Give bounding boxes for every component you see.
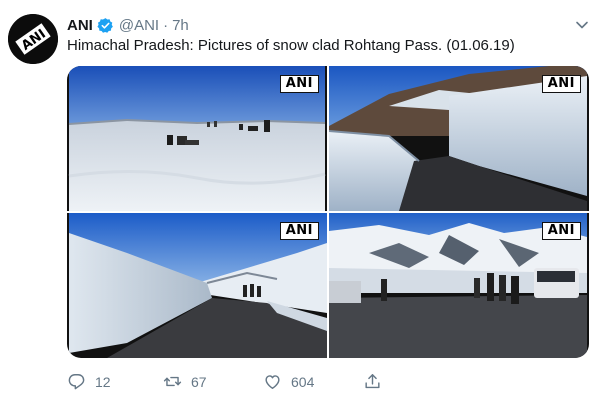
author-handle[interactable]: @ANI bbox=[119, 17, 159, 34]
ani-logo-icon: ANI bbox=[8, 14, 58, 64]
separator-dot: · bbox=[163, 16, 169, 34]
retweet-button[interactable]: 67 bbox=[163, 372, 207, 391]
share-button[interactable] bbox=[363, 372, 391, 391]
tweet-header: ANI @ANI · 7h bbox=[67, 15, 189, 35]
reply-button[interactable]: 12 bbox=[67, 372, 111, 391]
tweet-timestamp[interactable]: 7h bbox=[172, 17, 189, 34]
verified-badge-icon bbox=[97, 17, 113, 33]
photo-mountain-road[interactable]: ANI bbox=[329, 213, 589, 358]
retweet-count: 67 bbox=[191, 373, 207, 390]
share-icon bbox=[365, 374, 380, 389]
chevron-down-icon[interactable] bbox=[575, 18, 589, 32]
ani-watermark: ANI bbox=[279, 75, 319, 93]
ani-watermark: ANI bbox=[541, 222, 581, 240]
reply-icon bbox=[68, 374, 85, 390]
media-grid: ANI ANI ANI ANI bbox=[67, 66, 589, 358]
tweet-actions: 12 67 604 bbox=[67, 372, 587, 396]
avatar[interactable]: ANI bbox=[8, 14, 58, 64]
tweet[interactable]: ANI ANI @ANI · 7h Himachal Pradesh: Pict… bbox=[0, 0, 600, 409]
like-count: 604 bbox=[291, 373, 315, 390]
retweet-icon bbox=[163, 376, 182, 387]
like-icon bbox=[265, 375, 280, 389]
ani-watermark: ANI bbox=[541, 75, 581, 93]
reply-count: 12 bbox=[95, 373, 111, 390]
photo-snow-road[interactable]: ANI bbox=[67, 213, 327, 358]
like-button[interactable]: 604 bbox=[263, 372, 314, 391]
photo-snow-field[interactable]: ANI bbox=[67, 66, 327, 211]
tweet-text: Himachal Pradesh: Pictures of snow clad … bbox=[67, 37, 515, 54]
photo-snow-walls[interactable]: ANI bbox=[329, 66, 589, 211]
author-name[interactable]: ANI bbox=[67, 17, 93, 34]
ani-watermark: ANI bbox=[279, 222, 319, 240]
